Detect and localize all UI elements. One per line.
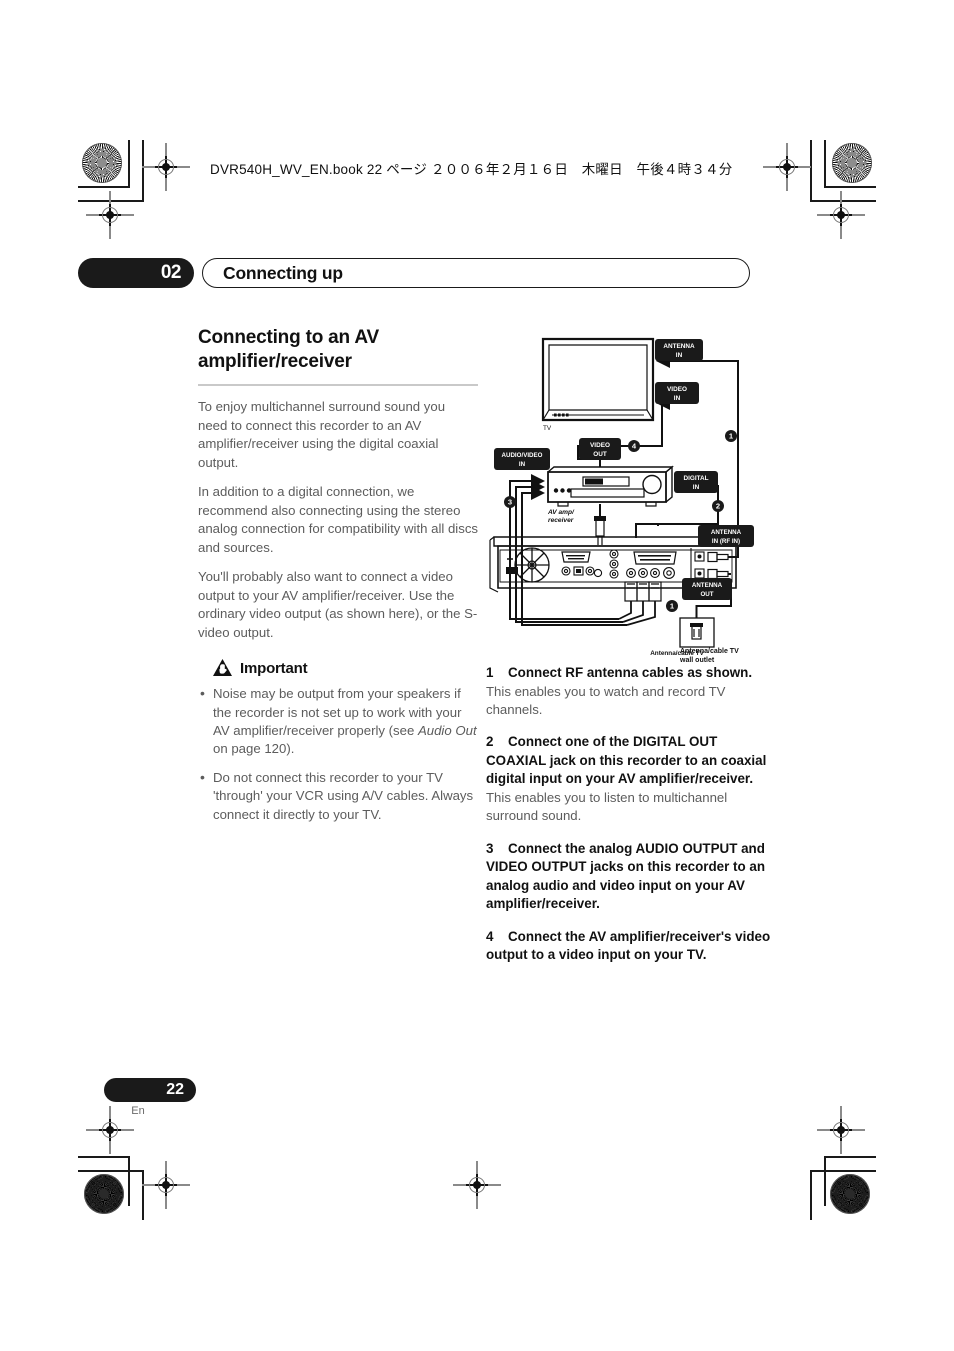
left-column: Connecting to an AV amplifier/receiver T… (198, 326, 478, 834)
crop-mark-bottom-right-v2 (810, 1170, 812, 1220)
step-2-title-row: 2 Connect one of the DIGITAL OUT COAXIAL … (486, 733, 774, 789)
right-column: 1 Connect RF antenna cables as shown. Thi… (486, 664, 774, 979)
registration-starburst-bottom-right (830, 1174, 870, 1214)
crop-mark-top-right-v2 (810, 140, 812, 202)
svg-text:IN: IN (674, 395, 681, 402)
registration-crosshair-bottom-left (86, 1106, 134, 1154)
manual-page: DVR540H_WV_EN.book 22 ページ ２００６年２月１６日 木曜日… (0, 0, 954, 1351)
registration-crosshair-left-upper (86, 191, 134, 239)
chapter-number: 02 (78, 258, 194, 288)
page-number-badge: 22 (104, 1078, 196, 1102)
svg-text:AUDIO/VIDEO: AUDIO/VIDEO (502, 452, 543, 459)
svg-text:OUT: OUT (593, 451, 607, 458)
step-1-description: This enables you to watch and record TV … (486, 683, 726, 717)
step-4-title-row: 4 Connect the AV amplifier/receiver's vid… (486, 928, 774, 965)
svg-text:ANTENNA: ANTENNA (692, 582, 723, 589)
crop-mark-top-right-v (824, 140, 826, 188)
registration-crosshair-top-right (763, 143, 811, 191)
book-file-header: DVR540H_WV_EN.book 22 ページ ２００６年２月１６日 木曜日… (210, 162, 733, 177)
chapter-bar: 02 Connecting up (78, 258, 750, 288)
step-3: 3 Connect the analog AUDIO OUTPUT and VID… (486, 840, 774, 914)
step-3-title: Connect the analog AUDIO OUTPUT and VIDE… (486, 840, 766, 912)
important-bullet-2: Do not connect this recorder to your TV … (198, 768, 478, 824)
body-paragraph-3: You'll probably also want to connect a v… (198, 569, 478, 640)
svg-text:3: 3 (508, 498, 512, 507)
crop-mark-bottom-left-h2 (78, 1170, 144, 1172)
wall-outlet-caption-line1: Antenna/cable TV (680, 648, 739, 655)
footer: 22 En (104, 1078, 196, 1117)
step-1: 1 Connect RF antenna cables as shown. Thi… (486, 664, 774, 719)
step-2-title: Connect one of the DIGITAL OUT COAXIAL j… (486, 734, 767, 787)
crop-mark-bottom-left-h (78, 1156, 130, 1158)
svg-text:VIDEO: VIDEO (667, 386, 687, 393)
important-header: Important (212, 658, 478, 677)
important-title: Important (240, 660, 308, 678)
svg-text:OUT: OUT (700, 591, 713, 598)
wall-outlet-caption-line2: wall outlet (680, 656, 715, 664)
crop-mark-top-left-v (128, 140, 130, 188)
crop-mark-bottom-left-v2 (142, 1170, 144, 1220)
registration-crosshair-bottom-center (453, 1161, 501, 1209)
body-paragraph-1: To enjoy multichannel surround sound you… (198, 399, 446, 470)
svg-text:IN: IN (519, 461, 526, 468)
svg-text:AV amp/: AV amp/ (547, 509, 575, 516)
title-rule (198, 383, 478, 387)
body-paragraph-2: In addition to a digital connection, we … (198, 484, 479, 555)
important-bullet-list: Noise may be output from your speakers i… (198, 684, 478, 824)
crop-mark-bottom-right-h (824, 1156, 876, 1158)
registration-crosshair-top-left (142, 143, 190, 191)
step-2-description: This enables you to listen to multichann… (486, 789, 728, 824)
registration-starburst-bottom-left (84, 1174, 124, 1214)
wall-outlet-caption: Antenna/cable TV wall outlet (680, 648, 739, 666)
step-2-number: 2 (486, 734, 494, 750)
svg-text:ANTENNA: ANTENNA (711, 529, 742, 536)
language-code: En (131, 1105, 145, 1117)
crop-mark-bottom-right-h2 (810, 1170, 876, 1172)
registration-starburst-top-right (832, 143, 872, 183)
registration-crosshair-right-upper (817, 191, 865, 239)
crop-mark-top-left-h (78, 186, 130, 188)
step-3-title-row: 3 Connect the analog AUDIO OUTPUT and VID… (486, 840, 774, 914)
registration-starburst-top-left (82, 143, 122, 183)
chapter-title: Connecting up (202, 258, 750, 288)
crop-mark-top-right-h (824, 186, 876, 188)
crop-mark-top-left-v2 (142, 140, 144, 202)
important-bullet-1: Noise may be output from your speakers i… (198, 684, 478, 759)
step-1-title-row: 1 Connect RF antenna cables as shown. (486, 664, 774, 683)
svg-text:DIGITAL: DIGITAL (683, 475, 708, 482)
important-bullet-1-italic: Audio Out (417, 723, 477, 738)
registration-crosshair-bottom-right (817, 1106, 865, 1154)
page-number: 22 (166, 1081, 184, 1098)
step-4: 4 Connect the AV amplifier/receiver's vid… (486, 928, 774, 965)
important-bullet-1-post: on page 120). (213, 741, 295, 757)
step-3-number: 3 (486, 840, 494, 856)
tv-caption: TV (543, 425, 552, 432)
svg-text:IN (RF IN): IN (RF IN) (712, 538, 740, 545)
step-2: 2 Connect one of the DIGITAL OUT COAXIAL … (486, 733, 774, 825)
crop-mark-bottom-right-v (824, 1156, 826, 1206)
registration-crosshair-bottom-left2 (142, 1161, 190, 1209)
page-title: Connecting to an AV amplifier/receiver (198, 327, 379, 373)
step-4-title: Connect the AV amplifier/receiver's vide… (486, 928, 771, 963)
step-1-title: Connect RF antenna cables as shown. (508, 665, 753, 680)
svg-text:receiver: receiver (548, 517, 574, 524)
step-1-number: 1 (486, 665, 494, 680)
step-4-number: 4 (486, 928, 494, 944)
svg-text:VIDEO: VIDEO (590, 442, 610, 449)
crop-mark-bottom-left-v (128, 1156, 130, 1206)
warning-triangle-icon (212, 658, 233, 677)
svg-text:2: 2 (716, 502, 720, 511)
svg-text:IN: IN (676, 352, 683, 359)
svg-text:ANTENNA: ANTENNA (663, 343, 695, 350)
connection-diagram: ANTENNA IN VIDEO IN AUDIO/VIDEO IN VIDEO… (486, 326, 758, 664)
svg-text:IN: IN (693, 484, 700, 491)
